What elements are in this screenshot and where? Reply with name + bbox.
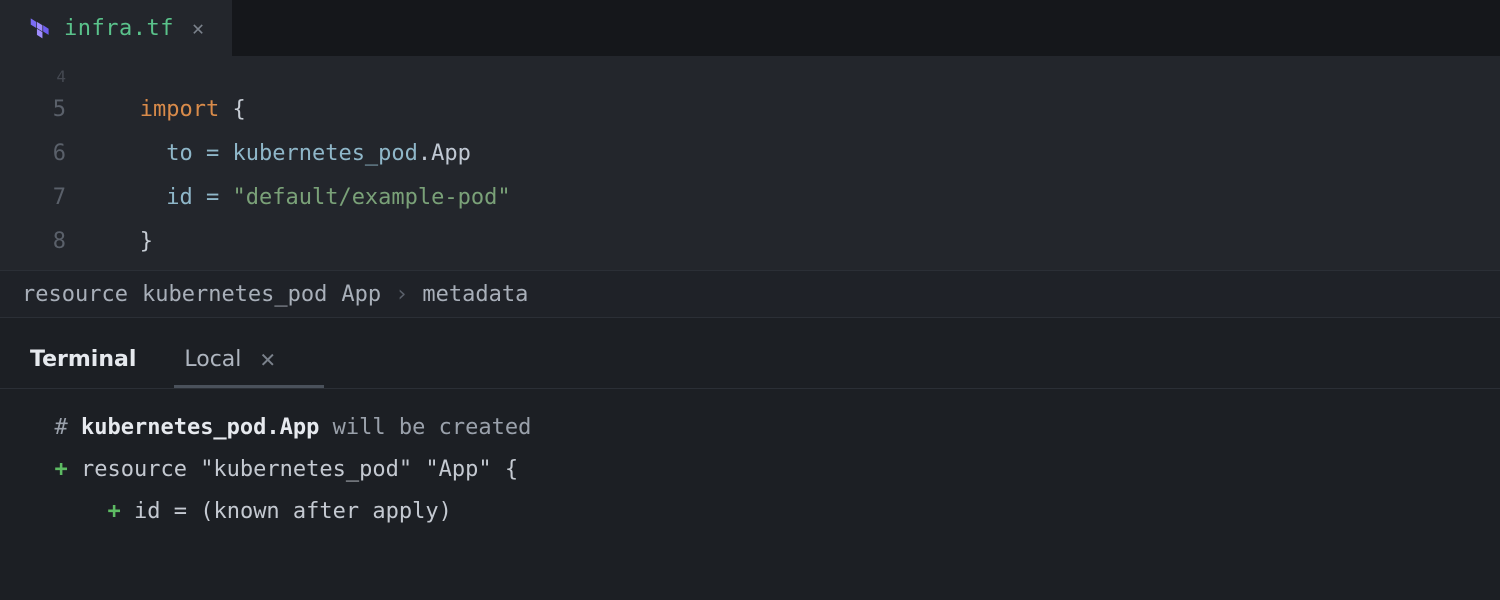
terminal-output[interactable]: # kubernetes_pod.App will be created + r…: [0, 389, 1500, 551]
op-eq: =: [206, 141, 219, 166]
chevron-right-icon: ›: [395, 282, 408, 307]
op-eq: =: [206, 185, 219, 210]
line-number: 8: [0, 220, 66, 264]
attr-id: id: [166, 185, 193, 210]
panel-tab-label: Terminal: [30, 347, 136, 372]
panel-tab-terminal[interactable]: Terminal: [26, 347, 140, 388]
panel-tab-label: Local: [184, 347, 241, 372]
close-icon[interactable]: ✕: [188, 14, 208, 42]
line-number: 6: [0, 132, 66, 176]
term-text: [28, 499, 107, 524]
brace-open: {: [232, 97, 245, 122]
file-tab-label: infra.tf: [64, 16, 174, 41]
string-literal: "default/example-pod": [232, 185, 510, 210]
term-text: resource "kubernetes_pod" "App" {: [81, 457, 518, 482]
breadcrumb[interactable]: resource kubernetes_pod App › metadata: [0, 270, 1500, 318]
close-icon[interactable]: ✕: [259, 348, 276, 372]
breadcrumb-part: resource: [22, 282, 128, 307]
plus-icon: +: [107, 499, 134, 524]
plus-icon: +: [28, 457, 81, 482]
ident-part-1: kubernetes_pod: [232, 141, 417, 166]
breadcrumb-part: kubernetes_pod: [142, 282, 327, 307]
editor-tabbar: infra.tf ✕: [0, 0, 1500, 56]
code-content[interactable]: import { to = kubernetes_pod.App id = "d…: [100, 66, 1500, 270]
code-editor[interactable]: 4 5 6 7 8 import { to = kubernetes_pod.A…: [0, 56, 1500, 270]
term-text: kubernetes_pod.App: [81, 415, 319, 440]
attr-to: to: [166, 141, 193, 166]
term-text: #: [28, 415, 81, 440]
breadcrumb-part: metadata: [422, 282, 528, 307]
ident-part-2: .App: [418, 141, 471, 166]
terraform-icon: [28, 17, 50, 39]
panel-tabbar: Terminal Local ✕: [0, 318, 1500, 388]
term-text: id = (known after apply): [134, 499, 452, 524]
line-number: 5: [0, 88, 66, 132]
file-tab-infra[interactable]: infra.tf ✕: [0, 0, 232, 56]
line-number: 4: [0, 66, 66, 88]
line-number: 7: [0, 176, 66, 220]
line-gutter: 4 5 6 7 8: [0, 66, 100, 270]
term-text: will be created: [319, 415, 531, 440]
panel-tab-local[interactable]: Local ✕: [180, 347, 280, 388]
brace-close: }: [140, 229, 153, 254]
breadcrumb-part: App: [341, 282, 381, 307]
keyword-import: import: [140, 97, 219, 122]
